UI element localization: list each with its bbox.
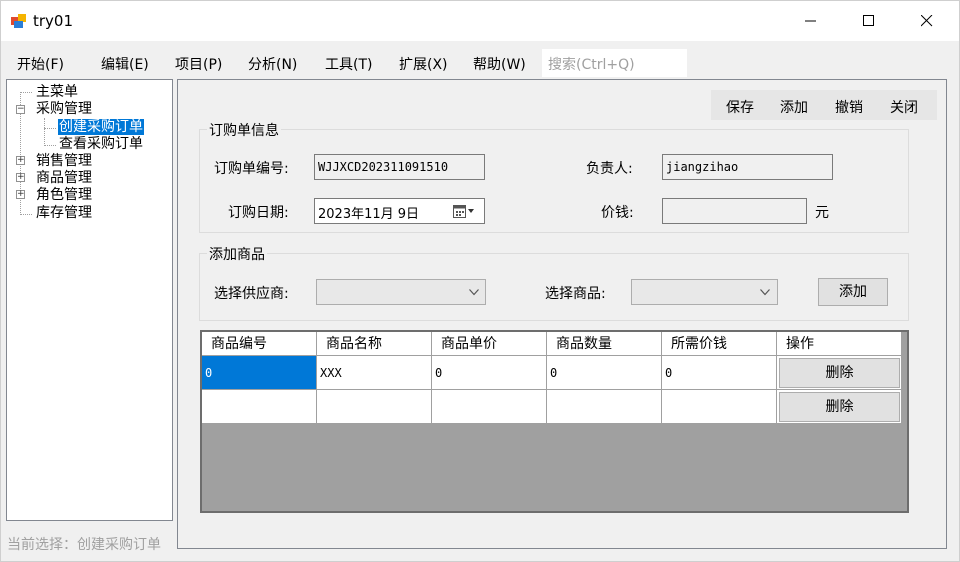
owner-label: 负责人: [586, 161, 633, 177]
tree-connector [20, 214, 32, 215]
price-label: 价钱: [601, 205, 634, 221]
collapse-icon[interactable]: − [16, 105, 25, 114]
grid-cell[interactable]: XXX [317, 356, 432, 390]
tree-connector [44, 128, 56, 129]
menu-edit[interactable]: 编辑(E) [101, 54, 149, 74]
search-placeholder: 搜索(Ctrl+Q) [548, 57, 635, 73]
currency-label: 元 [815, 205, 829, 221]
calendar-icon [453, 205, 474, 218]
menu-analyze[interactable]: 分析(N) [248, 54, 297, 74]
tree-item-label: 创建采购订单 [58, 119, 144, 135]
grid-cell[interactable] [547, 390, 662, 424]
tree-item-main-menu[interactable]: 主菜单 [36, 84, 78, 100]
menu-file[interactable]: 开始(F) [17, 54, 64, 74]
save-button[interactable]: 保存 [726, 97, 754, 117]
maximize-button[interactable] [841, 1, 897, 41]
app-icon [11, 14, 26, 28]
close-form-button[interactable]: 关闭 [890, 97, 918, 117]
chevron-down-icon [760, 289, 770, 296]
undo-button[interactable]: 撤销 [835, 97, 863, 117]
close-button[interactable] [899, 1, 955, 41]
tree-item-goods[interactable]: 商品管理 [36, 170, 92, 186]
order-date-picker[interactable]: 2023年11月 9日 [314, 198, 485, 224]
supplier-select[interactable] [316, 279, 486, 305]
menu-extensions[interactable]: 扩展(X) [399, 54, 448, 74]
menu-tools[interactable]: 工具(T) [325, 54, 372, 74]
column-header[interactable]: 商品编号 [202, 332, 317, 356]
delete-row-button[interactable]: 删除 [779, 392, 900, 422]
window-title: try01 [33, 12, 74, 30]
tree-item-sales[interactable]: 销售管理 [36, 153, 92, 169]
goods-label: 选择商品: [545, 286, 606, 302]
add-goods-title: 添加商品 [207, 244, 267, 264]
order-info-title: 订购单信息 [207, 120, 281, 140]
tree-connector [44, 118, 45, 146]
menu-help[interactable]: 帮助(W) [473, 54, 526, 74]
minimize-icon [805, 20, 816, 22]
tree-item-label: 库存管理 [36, 205, 92, 221]
grid-cell[interactable]: 0 [432, 356, 547, 390]
tree-item-view-orders[interactable]: 查看采购订单 [59, 136, 143, 152]
grid-cell[interactable]: 0 [547, 356, 662, 390]
column-header[interactable]: 操作 [777, 332, 902, 356]
order-no-label: 订购单编号: [214, 161, 289, 177]
tree-item-create-order[interactable]: 创建采购订单 [58, 119, 144, 135]
goods-select[interactable] [631, 279, 778, 305]
close-icon [921, 15, 933, 27]
tree-item-label: 销售管理 [36, 153, 92, 169]
add-goods-button[interactable]: 添加 [818, 278, 888, 306]
chevron-down-icon [469, 289, 479, 296]
tree-item-label: 商品管理 [36, 170, 92, 186]
price-field[interactable] [662, 198, 807, 224]
grid-cell[interactable] [202, 390, 317, 424]
grid-cell[interactable] [432, 390, 547, 424]
grid-cell[interactable]: 0 [202, 356, 317, 390]
tree-item-purchase[interactable]: 采购管理 [36, 101, 92, 117]
menu-project[interactable]: 项目(P) [175, 54, 222, 74]
add-button[interactable]: 添加 [780, 97, 808, 117]
tree-connector [44, 145, 56, 146]
grid-cell[interactable]: 0 [662, 356, 777, 390]
column-header[interactable]: 所需价钱 [662, 332, 777, 356]
expand-icon[interactable]: + [16, 190, 25, 199]
tree-item-label: 主菜单 [36, 84, 78, 100]
app-window: try01 开始(F) 编辑(E) 项目(P) 分析(N) 工具(T) 扩展(X… [0, 0, 960, 562]
column-header[interactable]: 商品名称 [317, 332, 432, 356]
title-bar[interactable]: try01 [1, 1, 959, 41]
goods-grid[interactable]: 商品编号 商品名称 商品单价 商品数量 所需价钱 操作 0 XXX 0 0 0 … [200, 330, 909, 513]
tree-item-label: 查看采购订单 [59, 136, 143, 152]
expand-icon[interactable]: + [16, 173, 25, 182]
column-header[interactable]: 商品单价 [432, 332, 547, 356]
status-label: 当前选择：创建采购订单 [7, 537, 161, 553]
tree-item-label: 角色管理 [36, 187, 92, 203]
tree-connector [20, 92, 32, 93]
tree-item-label: 采购管理 [36, 101, 92, 117]
supplier-label: 选择供应商: [214, 286, 289, 302]
order-no-field[interactable]: WJJXCD202311091510 [314, 154, 485, 180]
column-header[interactable]: 商品数量 [547, 332, 662, 356]
date-label: 订购日期: [228, 205, 289, 221]
date-value: 2023年11月 9日 [318, 207, 420, 222]
minimize-button[interactable] [783, 1, 839, 41]
maximize-icon [863, 15, 874, 26]
tree-item-inventory[interactable]: 库存管理 [36, 205, 92, 221]
owner-field[interactable]: jiangzihao [662, 154, 833, 180]
grid-cell[interactable] [662, 390, 777, 424]
expand-icon[interactable]: + [16, 156, 25, 165]
tree-item-roles[interactable]: 角色管理 [36, 187, 92, 203]
grid-cell[interactable] [317, 390, 432, 424]
search-input[interactable]: 搜索(Ctrl+Q) [542, 49, 687, 77]
delete-row-button[interactable]: 删除 [779, 358, 900, 388]
